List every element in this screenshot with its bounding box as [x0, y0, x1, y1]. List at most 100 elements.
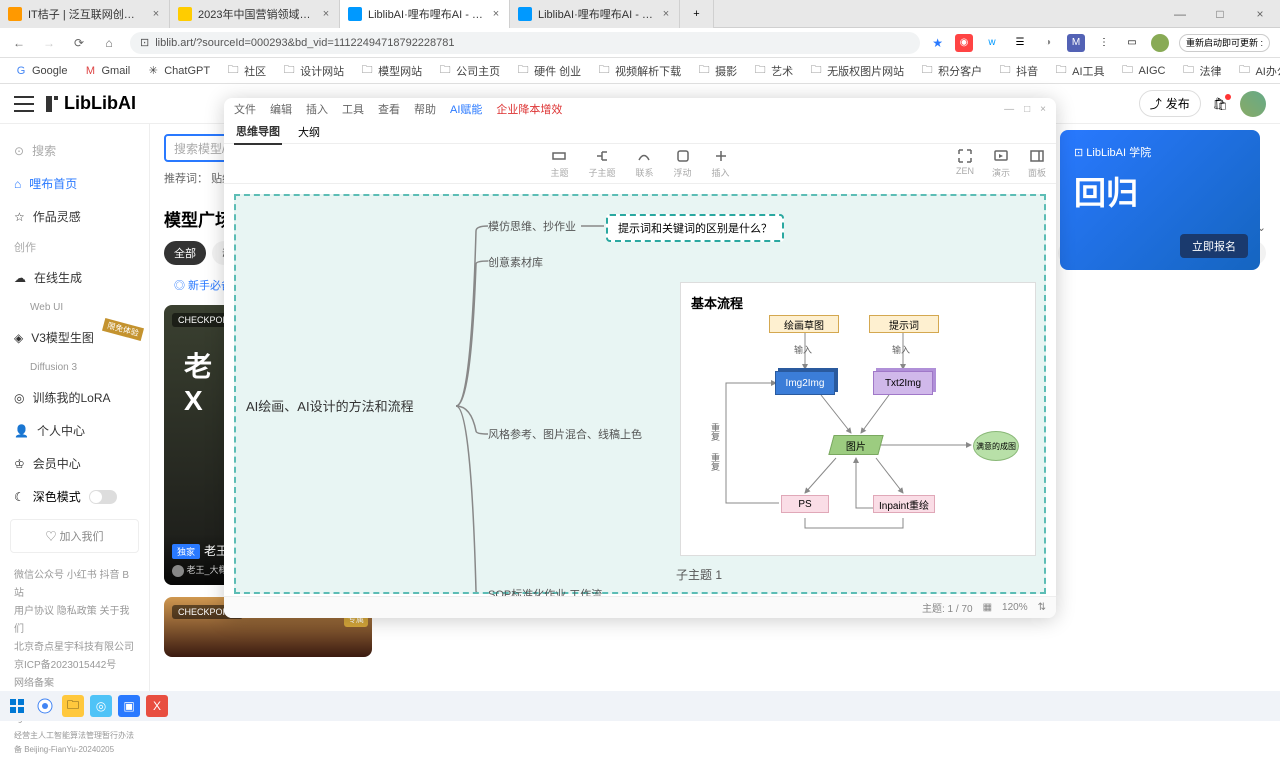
tb-float[interactable]: 浮动 — [674, 148, 692, 179]
mindmap-node[interactable]: 创意素材库 — [488, 254, 543, 270]
close-icon[interactable]: × — [151, 9, 161, 19]
mindmap-node[interactable]: 模仿思维、抄作业 — [488, 218, 576, 234]
bookmark[interactable]: ✳ChatGPT — [140, 62, 216, 80]
sidebar-item-member[interactable]: ♔会员中心 — [0, 447, 149, 480]
profile-icon[interactable] — [1151, 34, 1169, 52]
bookmark[interactable]: 🗀法律 — [1175, 61, 1227, 81]
bookmark[interactable]: 🗀无版权图片网站 — [803, 61, 910, 81]
window-maximize[interactable]: □ — [1024, 104, 1030, 115]
ext-icon[interactable]: w — [983, 34, 1001, 52]
ext-icon[interactable]: M — [1067, 34, 1085, 52]
tb-subtopic[interactable]: 子主题 — [588, 148, 615, 179]
bookmark[interactable]: 🗀艺术 — [747, 61, 799, 81]
bookmark[interactable]: 🗀抖音 — [992, 61, 1044, 81]
browser-tab[interactable]: IT桔子 | 泛互联网创业投资项目× — [0, 0, 170, 28]
tb-topic[interactable]: 主题 — [550, 148, 568, 179]
bookmark[interactable]: 🗀积分客户 — [914, 61, 988, 81]
dark-mode-toggle[interactable]: ☾深色模式 — [0, 480, 149, 513]
zoom-level[interactable]: 120% — [1002, 602, 1028, 613]
mindmap-node-active[interactable]: 提示词和关键词的区别是什么？ — [606, 214, 784, 242]
bookmark[interactable]: GGoogle — [8, 62, 73, 80]
new-tab-button[interactable]: + — [680, 0, 714, 28]
bookmark[interactable]: 🗀社区 — [220, 61, 272, 81]
bookmark[interactable]: MGmail — [77, 62, 136, 80]
search-icon: ⊙ — [14, 144, 24, 158]
window-maximize[interactable]: □ — [1200, 0, 1240, 28]
tb-zen[interactable]: ZEN — [956, 148, 974, 179]
mindmap-subtopic[interactable]: 子主题 1 — [676, 566, 722, 583]
url-input[interactable]: ⊡liblib.art/?sourceId=000293&bd_vid=1112… — [130, 32, 920, 54]
logo[interactable]: LibLibAI — [44, 92, 136, 116]
chrome-icon[interactable] — [34, 695, 56, 717]
star-icon[interactable]: ★ — [932, 36, 943, 50]
menu-edit[interactable]: 编辑 — [270, 101, 292, 117]
app-icon[interactable]: ◎ — [90, 695, 112, 717]
bookmark[interactable]: 🗀硬件 创业 — [510, 61, 587, 81]
ext-icon[interactable]: ▭ — [1123, 34, 1141, 52]
close-icon[interactable]: × — [491, 9, 501, 19]
window-minimize[interactable]: — — [1160, 0, 1200, 28]
sidebar-item-inspiration[interactable]: ☆作品灵感 — [0, 200, 149, 233]
mindmap-root[interactable]: AI绘画、AI设计的方法和流程 — [246, 396, 414, 415]
chip-all[interactable]: 全部 — [164, 241, 206, 265]
files-icon[interactable]: 🗀 — [62, 695, 84, 717]
avatar[interactable] — [1240, 91, 1266, 117]
home-icon[interactable]: ⌂ — [100, 34, 118, 52]
menu-insert[interactable]: 插入 — [306, 101, 328, 117]
back-icon[interactable]: ← — [10, 34, 28, 52]
ext-icon[interactable]: ☰ — [1011, 34, 1029, 52]
sidebar-search[interactable]: ⊙搜索 — [0, 134, 149, 167]
bookmark[interactable]: 🗀模型网站 — [354, 61, 428, 81]
bookmark[interactable]: 🗀摄影 — [691, 61, 743, 81]
tb-present[interactable]: 演示 — [992, 148, 1010, 179]
window-close[interactable]: × — [1040, 104, 1046, 115]
hamburger-icon[interactable] — [14, 96, 34, 112]
bookmark[interactable]: 🗀AIGC — [1115, 62, 1172, 80]
tb-link[interactable]: 联系 — [635, 148, 653, 179]
menu-tools[interactable]: 工具 — [342, 101, 364, 117]
sidebar-item-home[interactable]: ⌂哩布首页 — [0, 167, 149, 200]
window-close[interactable]: × — [1240, 0, 1280, 28]
sidebar-item-lora[interactable]: ◎训练我的LoRA — [0, 381, 149, 414]
mindmap-node[interactable]: 风格参考、图片混合、线稿上色 — [488, 426, 642, 442]
bookmark[interactable]: 🗀AI办公工具 — [1231, 61, 1280, 81]
menu-ai[interactable]: AI赋能 — [450, 101, 482, 117]
tb-insert[interactable]: 插入 — [712, 148, 730, 179]
bookmark[interactable]: 🗀设计网站 — [276, 61, 350, 81]
ext-icon[interactable]: ◑ — [1039, 34, 1057, 52]
browser-tab[interactable]: LiblibAI·哩布哩布AI - 中国领...× — [510, 0, 680, 28]
close-icon[interactable]: × — [321, 9, 331, 19]
tab-outline[interactable]: 大纲 — [296, 120, 322, 144]
app-icon[interactable]: X — [146, 695, 168, 717]
notification-icon[interactable]: 🛍 — [1213, 97, 1228, 111]
reload-icon[interactable]: ⟳ — [70, 34, 88, 52]
app-icon[interactable]: ▣ — [118, 695, 140, 717]
zoom-stepper[interactable]: ⇅ — [1038, 602, 1046, 613]
start-icon[interactable] — [6, 695, 28, 717]
browser-tab[interactable]: 2023年中国营销领域AIGC技...× — [170, 0, 340, 28]
bookmark[interactable]: 🗀AI工具 — [1048, 61, 1110, 81]
update-button[interactable]: 重新启动即可更新 : — [1179, 34, 1270, 52]
sidebar-item-profile[interactable]: 👤个人中心 — [0, 414, 149, 447]
join-us-button[interactable]: ♡ 加入我们 — [10, 519, 139, 553]
promo-card[interactable]: ⊡ LibLibAI 学院 回归 立即报名 — [1060, 130, 1260, 270]
ext-icon[interactable]: ◉ — [955, 34, 973, 52]
map-icon[interactable]: ▦ — [983, 602, 992, 613]
browser-tab[interactable]: LiblibAI·哩布哩布AI - 中国领先...× — [340, 0, 510, 28]
bookmark[interactable]: 🗀视频解析下载 — [591, 61, 687, 81]
ext-icon[interactable]: ⋮ — [1095, 34, 1113, 52]
menu-view[interactable]: 查看 — [378, 101, 400, 117]
publish-button[interactable]: ⤴发布 — [1139, 90, 1201, 117]
close-icon[interactable]: × — [661, 9, 671, 19]
menu-file[interactable]: 文件 — [234, 101, 256, 117]
tb-panel[interactable]: 面板 — [1028, 148, 1046, 179]
forward-icon[interactable]: → — [40, 34, 58, 52]
bookmark[interactable]: 🗀公司主页 — [432, 61, 506, 81]
menu-help[interactable]: 帮助 — [414, 101, 436, 117]
mindmap-canvas[interactable]: AI绘画、AI设计的方法和流程 模仿思维、抄作业 提示词和关键词的区别是什么？ … — [234, 194, 1046, 594]
sidebar-item-generate[interactable]: ☁在线生成 — [0, 261, 149, 294]
sidebar-item-v3[interactable]: ◈V3模型生图限免体验 — [0, 321, 149, 354]
menu-enterprise[interactable]: 企业降本增效 — [496, 101, 562, 117]
window-minimize[interactable]: — — [1004, 104, 1014, 115]
tab-mindmap[interactable]: 思维导图 — [234, 119, 282, 145]
